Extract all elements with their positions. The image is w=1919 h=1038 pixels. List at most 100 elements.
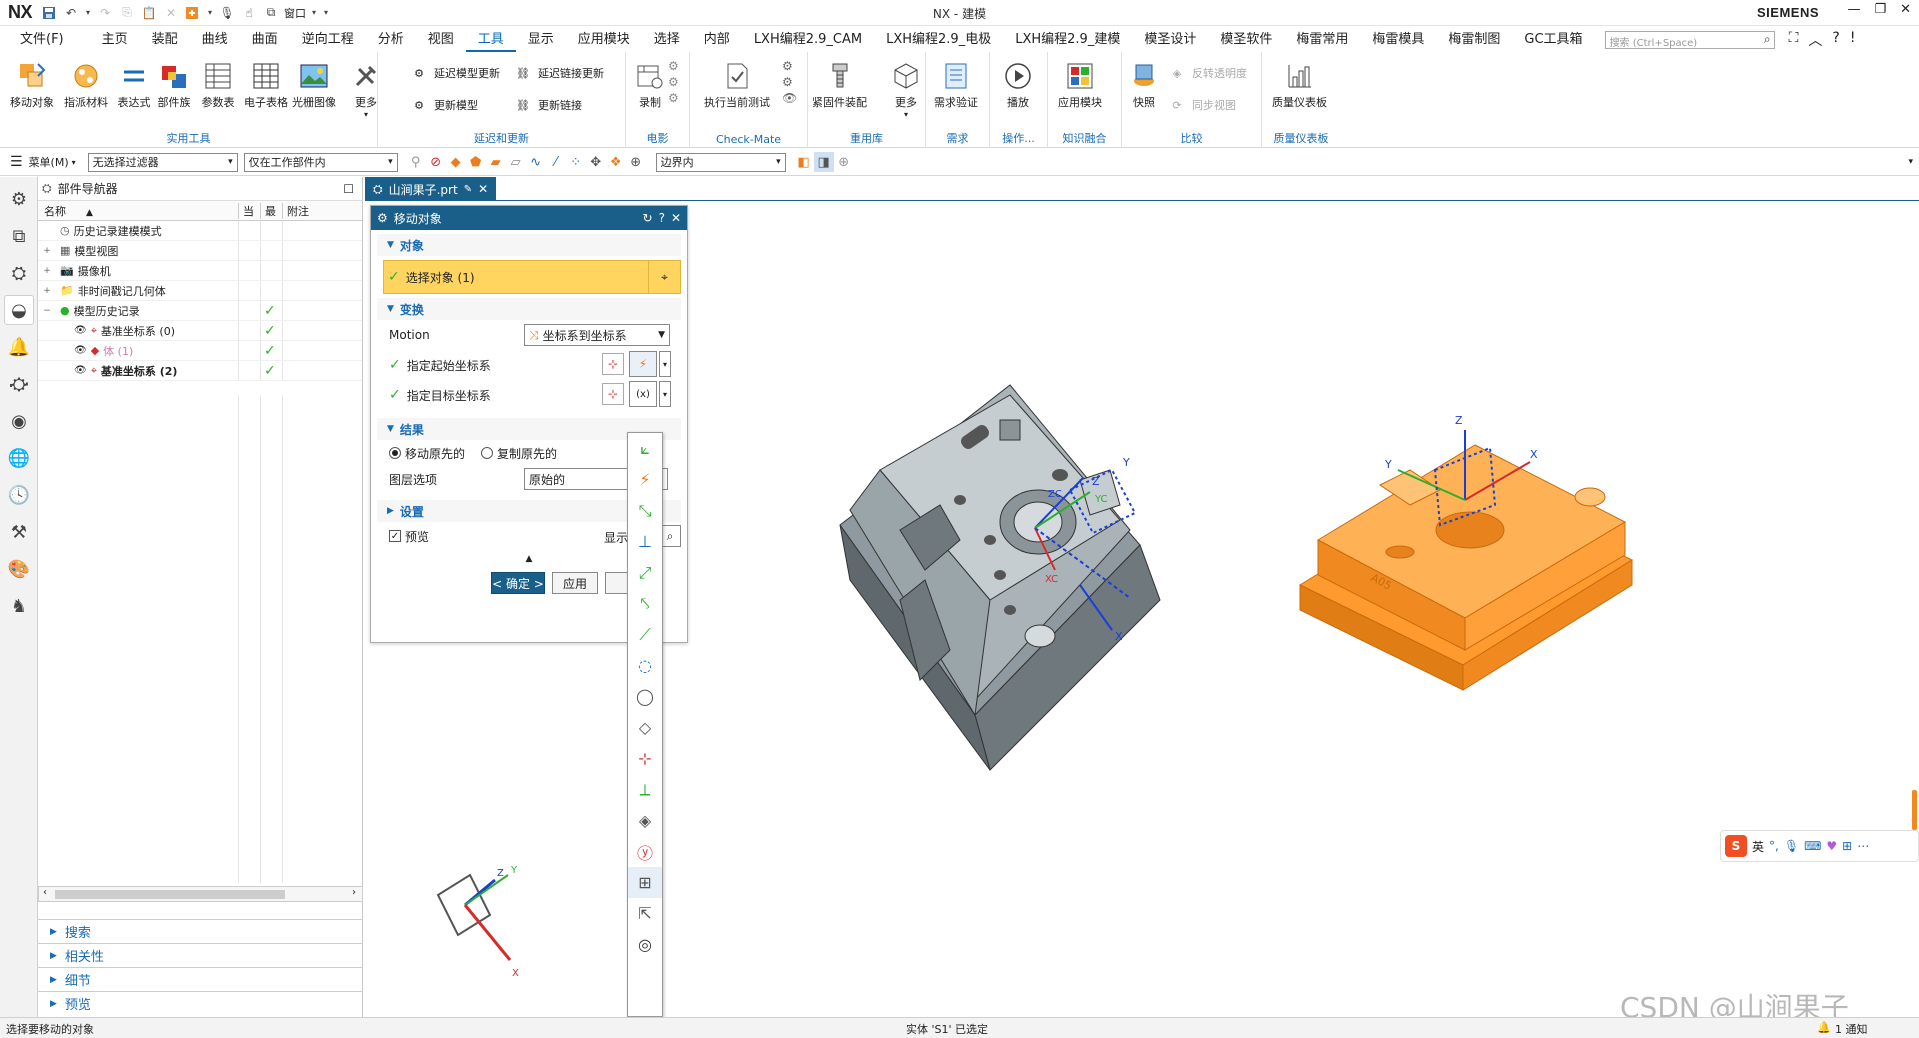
reuse-library-icon[interactable]: ⛮	[4, 369, 34, 399]
navigator-row[interactable]: 👁 ⌖ 基准坐标系 (2) ✓	[38, 361, 362, 381]
select-object-row[interactable]: ✓ 选择对象 (1) ⌖	[383, 260, 681, 294]
update-model-button[interactable]: ⚙ 更新模型	[408, 94, 478, 116]
minimize-icon[interactable]: —	[1847, 2, 1860, 17]
more-icon[interactable]: ⋯	[1857, 839, 1869, 853]
ime-drag-handle[interactable]	[1912, 790, 1917, 830]
expression-button[interactable]: 表达式	[116, 58, 152, 110]
window-icon[interactable]: ⧉	[262, 4, 280, 22]
body-filter-icon[interactable]: ⬟	[466, 152, 486, 172]
csys-expression-icon[interactable]: ⊞	[628, 867, 662, 898]
sheet-filter-icon[interactable]: ▱	[506, 152, 526, 172]
scroll-left-icon[interactable]: ‹	[43, 887, 47, 898]
tab-part-file[interactable]: ⛭ 山涧果子.prt ✎ ✕	[365, 177, 497, 201]
navigator-row[interactable]: 👁 ⌖ 基准坐标系 (0) ✓	[38, 321, 362, 341]
navigator-row[interactable]: ◷ 历史记录建模模式	[38, 221, 362, 241]
col-current[interactable]: 当	[238, 202, 260, 219]
visibility-eye-icon[interactable]: 👁	[74, 345, 87, 356]
info-icon[interactable]: !	[1850, 30, 1856, 50]
history-clock-icon[interactable]: 🕓	[4, 480, 34, 510]
run-current-test-button[interactable]: 执行当前测试	[704, 58, 770, 110]
menu-tab-3[interactable]: 曲面	[240, 27, 290, 52]
constraint-navigator-icon[interactable]: ⛭	[4, 258, 34, 288]
navigator-row[interactable]: + 📁 非时间戳记几何体	[38, 281, 362, 301]
menu-tab-15[interactable]: 模圣设计	[1132, 27, 1208, 52]
record-button[interactable]: 录制	[632, 58, 668, 110]
navigator-row[interactable]: + ▦ 模型视图	[38, 241, 362, 261]
zoom-icon[interactable]: ⊕	[834, 152, 854, 172]
snap-icon[interactable]: ✥	[586, 152, 606, 172]
maximize-icon[interactable]: ☐	[343, 182, 354, 196]
section-object[interactable]: ▼ 对象	[377, 234, 681, 256]
csys-display-icon[interactable]: ◎	[628, 929, 662, 960]
csys-offset-icon[interactable]: ◈	[628, 805, 662, 836]
menu-file[interactable]: 文件(F)	[0, 27, 90, 52]
menu-tab-19[interactable]: 梅雷制图	[1436, 27, 1512, 52]
chevron-down-icon[interactable]: ▾	[72, 158, 76, 167]
close-icon[interactable]: ✕	[671, 211, 681, 225]
menu-tab-1[interactable]: 装配	[140, 27, 190, 52]
expand-toggle-icon[interactable]: +	[42, 246, 52, 256]
menu-tab-14[interactable]: LXH编程2.9_建模	[1003, 27, 1132, 52]
undo-icon[interactable]: ↶	[62, 4, 80, 22]
collapse-ribbon-icon[interactable]: ︿	[1808, 30, 1822, 50]
menu-tab-12[interactable]: LXH编程2.9_CAM	[742, 27, 874, 52]
csys-expression-icon[interactable]: (x)	[629, 381, 657, 407]
hd3d-icon[interactable]: ◉	[4, 406, 34, 436]
menu-tab-20[interactable]: GC工具箱	[1512, 27, 1594, 52]
quality-dashboard-button[interactable]: 质量仪表板	[1272, 58, 1327, 110]
motion-select[interactable]: ⤨ 坐标系到坐标系 ▼	[524, 324, 670, 346]
web-browser-icon[interactable]: 🌐	[4, 443, 34, 473]
help-icon[interactable]: ?	[659, 211, 665, 225]
menu-tab-18[interactable]: 梅雷模具	[1360, 27, 1436, 52]
menu-button[interactable]: 菜单(M)	[29, 154, 69, 170]
csys-z-y-origin-icon[interactable]: ⤣	[628, 588, 662, 619]
chevron-down-icon[interactable]: ▾	[206, 4, 214, 22]
visibility-eye-icon[interactable]: 👁	[74, 325, 87, 336]
panel-search[interactable]: ▶ 搜索	[38, 919, 363, 943]
sync-view-button[interactable]: ⟳ 同步视图	[1166, 94, 1236, 116]
assign-material-button[interactable]: 指派材料	[64, 58, 108, 110]
csys-wcs-icon[interactable]: ⓨ	[628, 836, 662, 867]
chevron-down-icon[interactable]: ▾	[322, 4, 330, 22]
notification-bell-icon[interactable]: 🔔	[4, 332, 34, 362]
window-menu-label[interactable]: 窗口	[284, 5, 306, 21]
navigator-horizontal-scrollbar[interactable]: ‹ ›	[38, 886, 363, 902]
csys-plane-x-axis-icon[interactable]: ⟋	[628, 619, 662, 650]
menu-tab-5[interactable]: 分析	[366, 27, 416, 52]
more-reuse-button[interactable]: 更多 ▾	[888, 58, 924, 119]
menu-tab-10[interactable]: 选择	[642, 27, 692, 52]
col-note[interactable]: 附注	[282, 202, 342, 219]
menu-tab-11[interactable]: 内部	[692, 27, 742, 52]
csys-plane-plane-icon[interactable]: ◯	[628, 681, 662, 712]
snapshot-button[interactable]: 快照	[1126, 58, 1162, 110]
microphone-icon[interactable]: 🎙	[218, 4, 236, 22]
redo-icon[interactable]: ↷	[96, 4, 114, 22]
csys-current-view-icon[interactable]: ⟂	[628, 774, 662, 805]
fullscreen-icon[interactable]: ⛶	[1789, 30, 1799, 50]
csys-origin-x-y-icon[interactable]: ⤡	[628, 495, 662, 526]
settings-gear-icon[interactable]: ⚙	[4, 184, 34, 214]
filter-icon[interactable]: ⚲	[406, 152, 426, 172]
punctuation-icon[interactable]: °,	[1769, 839, 1779, 853]
restore-icon[interactable]: ❐	[1874, 2, 1886, 17]
csys-x-y-origin-icon[interactable]: ⊥	[628, 526, 662, 557]
csys-dialog-icon[interactable]: ⊹	[602, 383, 624, 405]
spreadsheet-button[interactable]: 电子表格	[244, 58, 288, 110]
scroll-right-icon[interactable]: ›	[352, 887, 356, 898]
chevron-down-icon[interactable]: ▾	[659, 381, 671, 407]
help-icon[interactable]: ?	[1832, 30, 1839, 50]
visibility-eye-icon[interactable]: 👁	[74, 365, 87, 376]
menu-tab-2[interactable]: 曲线	[190, 27, 240, 52]
touch-mode-icon[interactable]: ☝	[240, 4, 258, 22]
point-filter-icon[interactable]: ⁘	[566, 152, 586, 172]
csys-inferred-icon[interactable]: ⚡	[628, 464, 662, 495]
expand-toggle-icon[interactable]: −	[42, 306, 52, 316]
component-icon[interactable]: ❖	[606, 152, 626, 172]
panel-preview[interactable]: ▶ 预览	[38, 991, 363, 1015]
chevron-down-icon[interactable]: ▾	[1908, 157, 1913, 167]
notification-bell-icon[interactable]: 🔔	[1817, 1021, 1831, 1034]
menu-tab-13[interactable]: LXH编程2.9_电极	[874, 27, 1003, 52]
crosshair-icon[interactable]: ⌖	[648, 261, 680, 293]
csys-three-planes-icon[interactable]: ◇	[628, 712, 662, 743]
command-search-input[interactable]: 搜索 (Ctrl+Space) ⌕	[1604, 30, 1775, 49]
